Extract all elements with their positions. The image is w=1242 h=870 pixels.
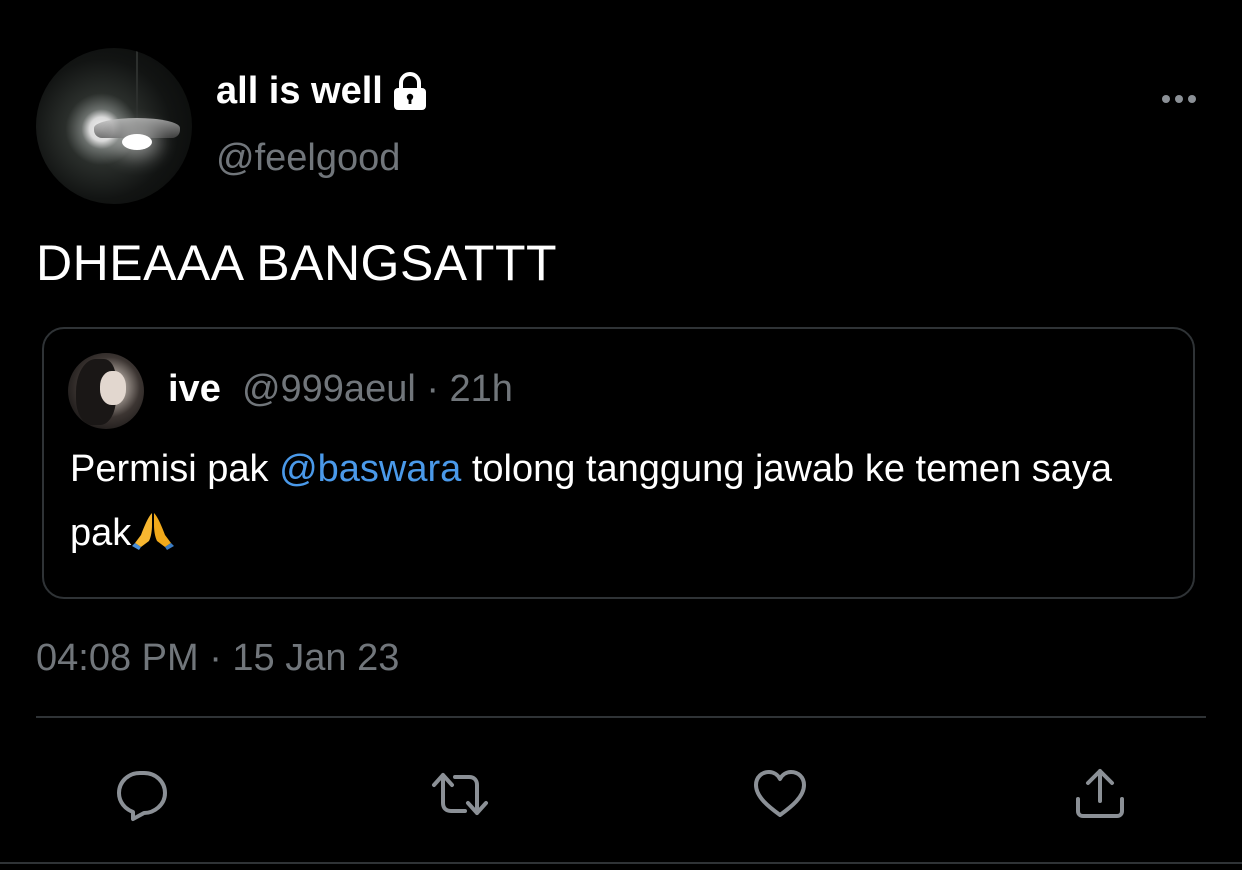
share-icon <box>1076 769 1124 818</box>
quoted-avatar <box>68 353 144 429</box>
folded-hands-icon <box>132 513 175 550</box>
quoted-meta: @999aeul · 21h <box>231 368 513 410</box>
tweet-text: DHEAAA BANGSATTT <box>36 235 558 291</box>
avatar-lamp-bulb <box>122 134 152 150</box>
more-dot <box>1188 95 1196 103</box>
more-dot <box>1175 95 1183 103</box>
author-display-name-text[interactable]: all is well <box>216 66 383 116</box>
author-display-name[interactable]: all is well <box>216 66 431 116</box>
bottom-border <box>0 862 1242 864</box>
like-button[interactable] <box>750 764 810 824</box>
quoted-mention-link[interactable]: @baswara <box>279 448 461 490</box>
retweet-icon <box>432 773 488 815</box>
author-avatar[interactable] <box>36 48 192 204</box>
retweet-button[interactable] <box>430 764 490 824</box>
reply-button[interactable] <box>112 764 172 824</box>
quoted-text: Permisi pak @baswara tolong tanggung jaw… <box>70 437 1150 565</box>
divider <box>36 716 1206 718</box>
heart-icon <box>754 770 806 817</box>
quoted-avatar-face <box>100 371 126 405</box>
tweet-timestamp[interactable]: 04:08 PM · 15 Jan 23 <box>36 634 399 682</box>
more-dot <box>1162 95 1170 103</box>
quoted-name: ive <box>168 368 221 410</box>
quoted-text-before: Permisi pak <box>70 448 280 490</box>
share-button[interactable] <box>1070 764 1130 824</box>
quoted-tweet-card[interactable]: ive @999aeul · 21h Permisi pak @baswara … <box>42 327 1195 599</box>
more-icon[interactable] <box>1156 84 1202 114</box>
avatar-lamp-wire <box>136 48 138 120</box>
quoted-header: ive @999aeul · 21h <box>168 365 513 413</box>
lock-icon <box>393 72 426 110</box>
reply-icon <box>117 771 167 821</box>
author-handle[interactable]: @feelgood <box>216 134 400 182</box>
quoted-handle-time: @999aeul · 21h <box>241 368 513 410</box>
